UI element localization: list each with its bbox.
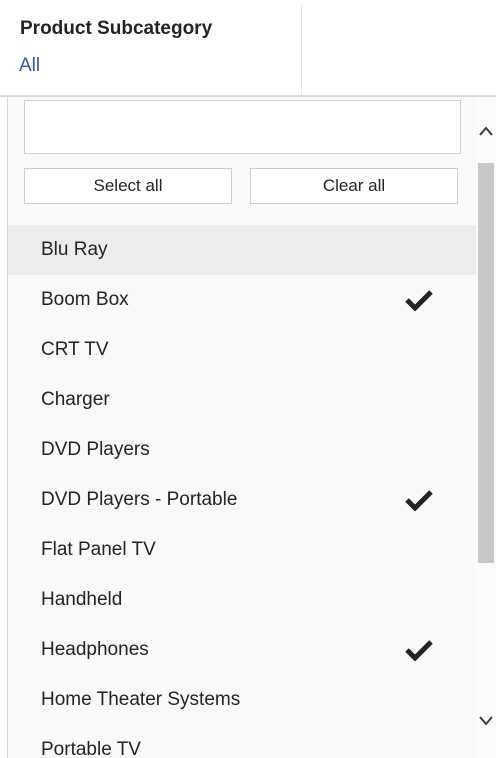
search-input[interactable] [24, 100, 461, 154]
list-item[interactable]: Blu Ray [8, 225, 477, 275]
header-divider [301, 6, 302, 95]
list-item-label: Flat Panel TV [41, 539, 156, 560]
list-item-label: DVD Players - Portable [41, 489, 238, 510]
list-item-label: Headphones [41, 639, 149, 660]
slicer-dropdown-panel: Select all Clear all Blu Ray Boom Box CR… [7, 97, 477, 758]
list-item-label: Charger [41, 389, 110, 410]
slicer-title: Product Subcategory [20, 18, 213, 39]
list-item[interactable]: Handheld [8, 575, 477, 625]
list-item[interactable]: DVD Players - Portable [8, 475, 477, 525]
slicer-item-list: Blu Ray Boom Box CRT TV Charger DVD Play… [8, 225, 477, 758]
list-item[interactable]: Portable TV [8, 725, 477, 758]
list-item-label: Boom Box [41, 289, 129, 310]
scrollbar-thumb[interactable] [478, 163, 494, 563]
list-item[interactable]: Boom Box [8, 275, 477, 325]
list-item-label: Blu Ray [41, 239, 108, 260]
checkmark-icon [404, 639, 434, 662]
checkmark-icon [404, 289, 434, 312]
list-item[interactable]: DVD Players [8, 425, 477, 475]
slicer-selected-value[interactable]: All [19, 55, 40, 77]
list-item[interactable]: Flat Panel TV [8, 525, 477, 575]
clear-all-button[interactable]: Clear all [250, 168, 458, 204]
list-item-label: DVD Players [41, 439, 150, 460]
list-item[interactable]: Headphones [8, 625, 477, 675]
checkmark-icon [404, 489, 434, 512]
list-item[interactable]: CRT TV [8, 325, 477, 375]
list-item[interactable]: Home Theater Systems [8, 675, 477, 725]
list-item-label: Handheld [41, 589, 123, 610]
list-item-label: Portable TV [41, 739, 141, 758]
chevron-up-icon[interactable] [476, 121, 496, 141]
list-item[interactable]: Charger [8, 375, 477, 425]
select-all-button[interactable]: Select all [24, 168, 232, 204]
list-item-label: CRT TV [41, 339, 109, 360]
list-scrollbar[interactable] [476, 97, 496, 758]
slicer-header[interactable]: Product Subcategory All [0, 0, 496, 97]
list-item-label: Home Theater Systems [41, 689, 241, 710]
chevron-down-icon[interactable] [476, 711, 496, 731]
